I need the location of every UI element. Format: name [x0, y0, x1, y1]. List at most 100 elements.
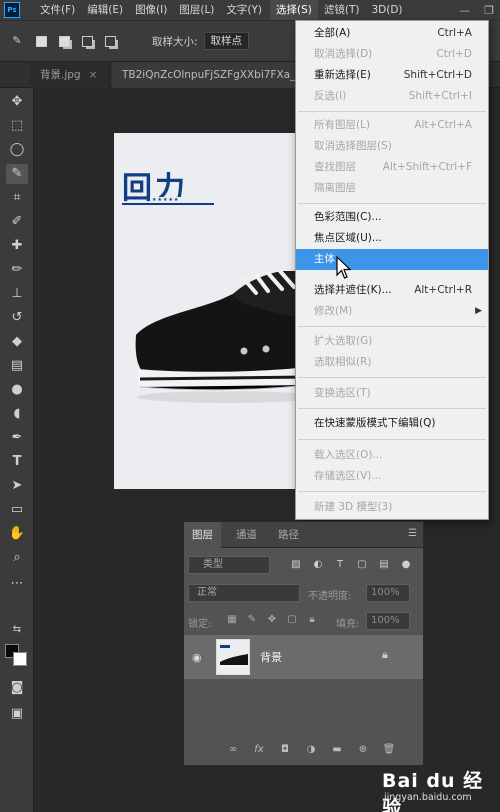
menu-item-new-3d-model[interactable]: 新建 3D 模型(3)	[296, 497, 488, 518]
menu-item-similar[interactable]: 选取相似(R)	[296, 352, 488, 373]
menu-item-transform-selection[interactable]: 变换选区(T)	[296, 383, 488, 404]
filter-type-icon[interactable]: T	[334, 559, 346, 571]
photoshop-logo-icon: Ps	[4, 2, 20, 18]
menu-image[interactable]: 图像(I)	[129, 0, 173, 20]
quick-mask-icon[interactable]: ◙	[6, 678, 28, 698]
opacity-input[interactable]: 100%	[366, 584, 410, 602]
menu-3d[interactable]: 3D(D)	[365, 0, 408, 20]
dodge-tool-icon[interactable]: ◖	[6, 404, 28, 424]
subtract-from-selection-icon[interactable]	[82, 35, 93, 47]
type-tool-icon[interactable]: T	[6, 452, 28, 472]
menu-item-isolate-layers[interactable]: 隔离图层	[296, 178, 488, 199]
stamp-tool-icon[interactable]: ⊥	[6, 284, 28, 304]
eraser-tool-icon[interactable]: ◆	[6, 332, 28, 352]
crop-tool-icon[interactable]: ⌗	[6, 188, 28, 208]
close-icon[interactable]: ×	[89, 69, 98, 81]
menu-item-all[interactable]: 全部(A) Ctrl+A	[296, 23, 488, 44]
layer-thumbnail	[216, 639, 250, 675]
menu-item-modify[interactable]: 修改(M) ▶	[296, 301, 488, 322]
lock-transparent-icon[interactable]: ▦	[226, 614, 238, 626]
layer-style-icon[interactable]: fx	[252, 743, 266, 757]
brush-tool-icon[interactable]: ✏	[6, 260, 28, 280]
lock-position-icon[interactable]: ✥	[266, 614, 278, 626]
new-group-icon[interactable]: ▬	[330, 743, 344, 757]
menu-item-inverse[interactable]: 反选(I) Shift+Ctrl+I	[296, 86, 488, 107]
healing-brush-tool-icon[interactable]: ✚	[6, 236, 28, 256]
lock-all-icon[interactable]: 🔒︎	[306, 614, 318, 626]
menu-item-find-layers[interactable]: 查找图层 Alt+Shift+Ctrl+F	[296, 157, 488, 178]
more-tools-icon[interactable]: ⋯	[6, 574, 28, 594]
panel-menu-icon[interactable]: ☰	[408, 528, 417, 539]
gradient-tool-icon[interactable]: ▤	[6, 356, 28, 376]
new-layer-icon[interactable]: ⊕	[356, 743, 370, 757]
menu-item-save-selection[interactable]: 存储选区(V)...	[296, 466, 488, 487]
zoom-tool-icon[interactable]: ⌕	[6, 548, 28, 568]
eyedropper-tool-icon[interactable]: ✐	[6, 212, 28, 232]
link-layers-icon[interactable]: ∞	[226, 743, 240, 757]
menu-type[interactable]: 文字(Y)	[220, 0, 268, 20]
minimize-button[interactable]: —	[459, 4, 470, 17]
tab-channels[interactable]: 通道	[228, 522, 265, 548]
tab-paths[interactable]: 路径	[270, 522, 307, 548]
menu-item-load-selection[interactable]: 载入选区(O)...	[296, 445, 488, 466]
tab-product-image[interactable]: TB2iQnZcOlnpuFjSZFgXXbi7FXa_	[112, 62, 302, 88]
marquee-tool-icon[interactable]: ⬚	[6, 116, 28, 136]
lasso-tool-icon[interactable]: ◯	[6, 140, 28, 160]
filter-pixel-icon[interactable]: ▨	[290, 559, 302, 571]
menu-item-focus-area[interactable]: 焦点区域(U)...	[296, 228, 488, 249]
baidu-watermark: Bai du 经验	[382, 770, 484, 812]
document-canvas[interactable]: 回力 ★★★★★	[114, 133, 308, 489]
menu-item-deselect[interactable]: 取消选择(D) Ctrl+D	[296, 44, 488, 65]
tab-layers[interactable]: 图层	[184, 522, 221, 548]
adjustment-layer-icon[interactable]: ◑	[304, 743, 318, 757]
menu-separator	[298, 439, 486, 440]
restore-button[interactable]: ❐	[484, 4, 494, 17]
menu-separator	[298, 491, 486, 492]
menu-item-grow[interactable]: 扩大选取(G)	[296, 331, 488, 352]
path-selection-tool-icon[interactable]: ➤	[6, 476, 28, 496]
pen-tool-icon[interactable]: ✒	[6, 428, 28, 448]
menu-edit[interactable]: 编辑(E)	[81, 0, 129, 20]
menu-item-all-layers[interactable]: 所有图层(L) Alt+Ctrl+A	[296, 115, 488, 136]
filter-toggle-icon[interactable]: ●	[400, 559, 412, 571]
filter-smart-object-icon[interactable]: ▤	[378, 559, 390, 571]
menu-select[interactable]: 选择(S)	[270, 0, 318, 20]
filter-shape-icon[interactable]: ▢	[356, 559, 368, 571]
menu-item-subject[interactable]: 主体	[296, 249, 488, 270]
visibility-eye-icon[interactable]: ◉	[192, 651, 202, 664]
background-color-swatch[interactable]	[13, 652, 27, 666]
filter-adjustment-icon[interactable]: ◐	[312, 559, 324, 571]
magic-wand-tool-icon[interactable]: ✎	[6, 164, 28, 184]
move-tool-icon[interactable]: ✥	[6, 92, 28, 112]
lock-image-icon[interactable]: ✎	[246, 614, 258, 626]
menu-file[interactable]: 文件(F)	[34, 0, 81, 20]
menu-item-deselect-layers[interactable]: 取消选择图层(S)	[296, 136, 488, 157]
menu-filter[interactable]: 滤镜(T)	[318, 0, 366, 20]
lock-artboard-icon[interactable]: ▢	[286, 614, 298, 626]
history-brush-tool-icon[interactable]: ↺	[6, 308, 28, 328]
layer-filter-select[interactable]: 类型	[188, 556, 270, 574]
magic-wand-icon[interactable]: ✎	[10, 34, 24, 48]
menu-item-select-and-mask[interactable]: 选择并遮住(K)... Alt+Ctrl+R	[296, 280, 488, 301]
new-selection-icon[interactable]	[36, 35, 47, 47]
shape-tool-icon[interactable]: ▭	[6, 500, 28, 520]
blend-mode-select[interactable]: 正常	[188, 584, 300, 602]
sample-size-select[interactable]: 取样点	[203, 32, 250, 50]
add-to-selection-icon[interactable]	[59, 35, 70, 47]
delete-layer-icon[interactable]: 🗑︎	[382, 743, 396, 757]
fill-input[interactable]: 100%	[366, 612, 410, 630]
menu-item-color-range[interactable]: 色彩范围(C)...	[296, 207, 488, 228]
add-mask-icon[interactable]: ◘	[278, 743, 292, 757]
blur-tool-icon[interactable]: ●	[6, 380, 28, 400]
tab-background-jpg[interactable]: 背景.jpg ×	[30, 62, 110, 88]
hand-tool-icon[interactable]: ✋	[6, 524, 28, 544]
screen-mode-icon[interactable]: ▣	[6, 704, 28, 724]
layer-name[interactable]: 背景	[260, 649, 282, 665]
swap-colors-icon[interactable]: ⇆	[6, 620, 28, 640]
intersect-selection-icon[interactable]	[105, 35, 116, 47]
layer-row-background[interactable]: ◉ 背景 🔒︎	[184, 635, 423, 679]
menu-layer[interactable]: 图层(L)	[173, 0, 220, 20]
menu-separator	[298, 203, 486, 204]
menu-item-reselect[interactable]: 重新选择(E) Shift+Ctrl+D	[296, 65, 488, 86]
menu-item-quick-mask[interactable]: 在快速蒙版模式下编辑(Q)	[296, 413, 488, 434]
